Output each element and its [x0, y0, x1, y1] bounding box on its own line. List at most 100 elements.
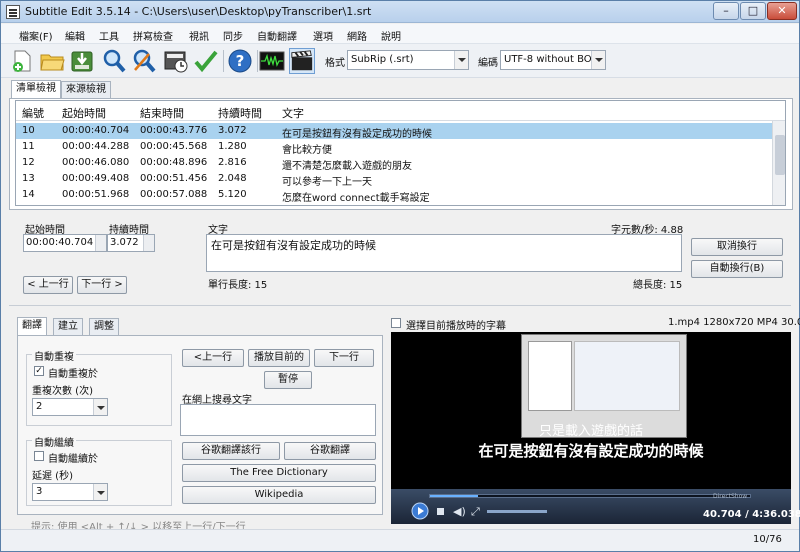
subtitle-grid: 編號 起始時間 結束時間 持續時間 文字 10 00:00:40.704 00:…	[15, 100, 786, 206]
column-end-time[interactable]: 結束時間	[140, 105, 184, 121]
encoding-value: UTF-8 without BOM	[504, 54, 601, 65]
cell-text: 可以參考一下上一天	[282, 177, 372, 188]
menu-help[interactable]: 說明	[381, 28, 401, 43]
help-icon[interactable]: ?	[227, 48, 253, 74]
grid-scrollbar[interactable]	[772, 121, 785, 205]
table-row[interactable]: 14 00:00:51.968 00:00:57.088 5.120 怎麼在wo…	[16, 187, 773, 204]
line-length: 單行長度: 15	[208, 280, 268, 291]
maximize-button[interactable]: □	[740, 2, 766, 20]
menu-options[interactable]: 選項	[313, 28, 333, 43]
prev-line-small-button[interactable]: <上一行	[182, 349, 244, 367]
encoding-label: 編碼	[478, 58, 498, 69]
menu-file[interactable]: 檔案(F)	[19, 28, 53, 43]
play-current-button[interactable]: 播放目前的	[248, 349, 310, 367]
next-line-button[interactable]: 下一行 >	[77, 276, 127, 294]
seek-track[interactable]	[429, 494, 751, 498]
next-line-small-button[interactable]: 下一行	[314, 349, 374, 367]
delay-select[interactable]: 3	[32, 483, 108, 501]
find-icon[interactable]	[101, 48, 127, 74]
scrollbar-thumb[interactable]	[775, 135, 785, 175]
video-time: 40.704 / 4:36.038	[703, 509, 800, 520]
tab-list-view[interactable]: 清單檢視	[11, 80, 61, 99]
column-number[interactable]: 編號	[22, 105, 44, 121]
open-folder-icon[interactable]	[39, 48, 65, 74]
unbreak-button[interactable]: 取消換行	[691, 238, 783, 256]
save-icon[interactable]	[69, 48, 95, 74]
menu-networking[interactable]: 網路	[347, 28, 367, 43]
encoding-select[interactable]: UTF-8 without BOM	[500, 50, 606, 70]
volume-icon[interactable]: ◀)	[453, 505, 466, 518]
auto-continue-checkbox[interactable]	[34, 451, 44, 461]
cell-number: 11	[22, 141, 35, 152]
google-translate-line-button[interactable]: 谷歌翻譯該行	[182, 442, 280, 460]
menu-bar: 檔案(F) 編輯 工具 拼寫檢查 視訊 同步 自動翻譯 選項 網路 說明	[1, 24, 799, 44]
splitter[interactable]	[9, 305, 791, 306]
format-select[interactable]: SubRip (.srt)	[347, 50, 469, 70]
play-icon[interactable]	[411, 502, 429, 520]
spell-check-icon[interactable]	[193, 48, 219, 74]
menu-edit[interactable]: 編輯	[65, 28, 85, 43]
video-file-info: 1.mp4 1280x720 MP4 30.0	[668, 317, 800, 328]
cell-text: 怎麼在word connect載手寫設定	[282, 193, 430, 204]
free-dictionary-button[interactable]: The Free Dictionary	[182, 464, 376, 482]
subtitle-overlay-upper: 只是載入遊戲的話	[538, 424, 643, 439]
subtitle-overlay-lower: 在可是按鈕有沒有設定成功的時候	[478, 442, 704, 460]
tab-adjust[interactable]: 調整	[89, 318, 119, 336]
volume-slider[interactable]	[487, 510, 547, 513]
menu-video[interactable]: 視訊	[189, 28, 209, 43]
chevron-down-icon	[591, 51, 605, 69]
duration-input[interactable]: 3.072	[107, 234, 155, 252]
edit-panel: 起始時間 00:00:40.704 持續時間 3.072 < 上一行 下一行 >…	[9, 213, 791, 299]
table-row[interactable]: 11 00:00:44.288 00:00:45.568 1.280 會比較方便	[16, 139, 773, 156]
column-start-time[interactable]: 起始時間	[62, 105, 106, 121]
waveform-icon[interactable]	[259, 48, 285, 74]
column-text[interactable]: 文字	[282, 105, 304, 121]
video-clapper-icon[interactable]	[289, 48, 315, 74]
search-web-input[interactable]	[180, 404, 376, 436]
tab-translate[interactable]: 翻譯	[17, 317, 47, 336]
google-translate-button[interactable]: 谷歌翻譯	[284, 442, 376, 460]
visual-sync-icon[interactable]	[163, 48, 189, 74]
cell-end: 00:00:57.088	[140, 189, 208, 200]
replace-icon[interactable]	[131, 48, 157, 74]
chevron-down-icon	[454, 51, 468, 69]
app-window: Subtitle Edit 3.5.14 - C:\Users\user\Des…	[0, 0, 800, 552]
cell-start: 00:00:49.408	[62, 173, 130, 184]
auto-repeat-checkbox[interactable]: ✓	[34, 366, 44, 376]
table-row[interactable]: 10 00:00:40.704 00:00:43.776 3.072 在可是按鈕…	[16, 123, 773, 140]
table-row[interactable]: 12 00:00:46.080 00:00:48.896 2.816 還不清楚怎…	[16, 155, 773, 172]
tab-source-view[interactable]: 來源檢視	[61, 81, 111, 99]
wikipedia-button[interactable]: Wikipedia	[182, 486, 376, 504]
close-button[interactable]: ✕	[767, 2, 797, 20]
repeat-count-select[interactable]: 2	[32, 398, 108, 416]
stop-icon[interactable]	[437, 508, 444, 515]
minimize-button[interactable]: –	[713, 2, 739, 20]
start-time-input[interactable]: 00:00:40.704	[23, 234, 107, 252]
cell-number: 13	[22, 173, 35, 184]
duration-value: 3.072	[110, 237, 139, 248]
format-label: 格式	[325, 58, 345, 69]
total-length: 總長度: 15	[633, 280, 683, 291]
subtitle-text-input[interactable]: 在可是按鈕有沒有設定成功的時候	[206, 234, 682, 272]
svg-text:?: ?	[236, 52, 245, 70]
spinner-arrows-icon[interactable]	[95, 235, 106, 251]
tab-create[interactable]: 建立	[53, 318, 83, 336]
menu-sync[interactable]: 同步	[223, 28, 243, 43]
app-icon	[6, 5, 20, 19]
select-playing-checkbox[interactable]	[391, 318, 401, 328]
fullscreen-icon[interactable]: ⤢	[471, 505, 480, 519]
pause-button[interactable]: 暫停	[264, 371, 312, 389]
column-duration[interactable]: 持續時間	[218, 105, 262, 121]
menu-spellcheck[interactable]: 拼寫檢查	[133, 28, 173, 43]
table-row[interactable]: 13 00:00:49.408 00:00:51.456 2.048 可以參考一…	[16, 171, 773, 188]
menu-tools[interactable]: 工具	[99, 28, 119, 43]
new-file-icon[interactable]	[9, 48, 35, 74]
menu-auto-translate[interactable]: 自動翻譯	[257, 28, 297, 43]
video-frame-content	[528, 341, 572, 411]
auto-break-button[interactable]: 自動換行(B)	[691, 260, 783, 278]
spinner-arrows-icon[interactable]	[143, 235, 154, 251]
repeat-count-label: 重複次數 (次)	[32, 386, 93, 397]
status-position: 10/76	[753, 534, 782, 545]
toolbar-separator	[257, 50, 258, 72]
prev-line-button[interactable]: < 上一行	[23, 276, 73, 294]
